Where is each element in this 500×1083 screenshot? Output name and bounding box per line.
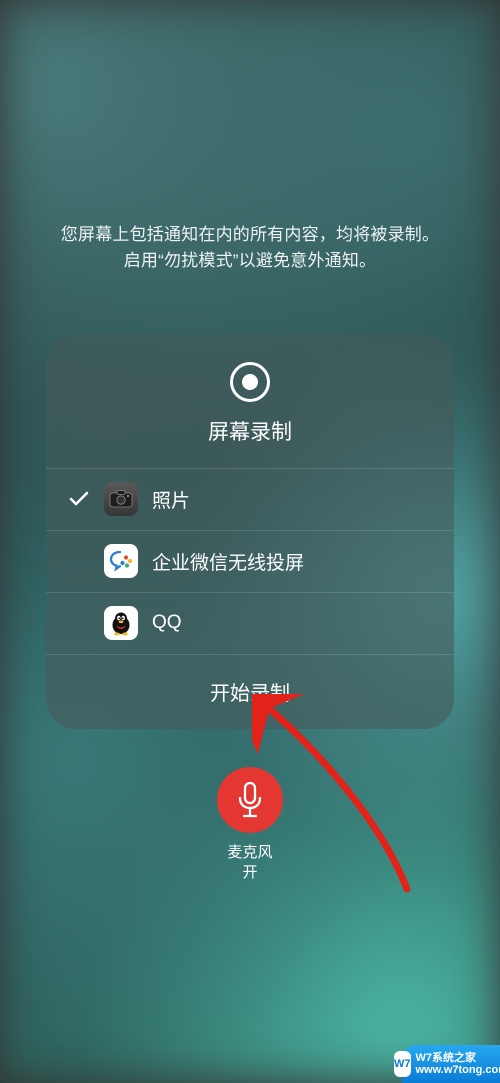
card-title: 屏幕录制 <box>208 416 292 446</box>
screen-recording-card: 屏幕录制 照片 <box>46 335 454 729</box>
microphone-button[interactable] <box>217 767 283 833</box>
microphone-toggle[interactable]: 麦克风 开 <box>217 767 283 884</box>
watermark: W7 W7系统之家 www.w7tong.com <box>402 1045 500 1083</box>
option-label: 照片 <box>152 486 190 513</box>
qq-app-icon <box>104 606 138 640</box>
mic-label-line-1: 麦克风 <box>227 843 272 863</box>
recording-tip: 您屏幕上包括通知在内的所有内容，均将被录制。 启用“勿扰模式”以避免意外通知。 <box>61 222 439 275</box>
option-label: 企业微信无线投屏 <box>152 548 304 575</box>
option-label: QQ <box>152 612 182 634</box>
microphone-label: 麦克风 开 <box>227 843 272 884</box>
record-icon <box>230 362 270 402</box>
option-wecom[interactable]: 企业微信无线投屏 <box>46 531 454 593</box>
start-record-label: 开始录制 <box>210 677 290 706</box>
tip-line-2: 启用“勿扰模式”以避免意外通知。 <box>61 248 439 274</box>
checkmark-icon <box>64 491 94 507</box>
watermark-text: W7系统之家 www.w7tong.com <box>416 1052 500 1076</box>
option-qq[interactable]: QQ <box>46 593 454 655</box>
mic-label-line-2: 开 <box>227 863 272 883</box>
microphone-icon <box>235 781 265 819</box>
option-photos[interactable]: 照片 <box>46 469 454 531</box>
tip-line-1: 您屏幕上包括通知在内的所有内容，均将被录制。 <box>61 222 439 248</box>
photos-app-icon <box>104 482 138 516</box>
watermark-badge: W7 <box>394 1051 411 1077</box>
watermark-line-2: www.w7tong.com <box>416 1064 500 1076</box>
start-record-button[interactable]: 开始录制 <box>46 655 454 729</box>
card-header: 屏幕录制 <box>46 335 454 469</box>
watermark-line-1: W7系统之家 <box>416 1052 500 1064</box>
wecom-app-icon <box>104 544 138 578</box>
